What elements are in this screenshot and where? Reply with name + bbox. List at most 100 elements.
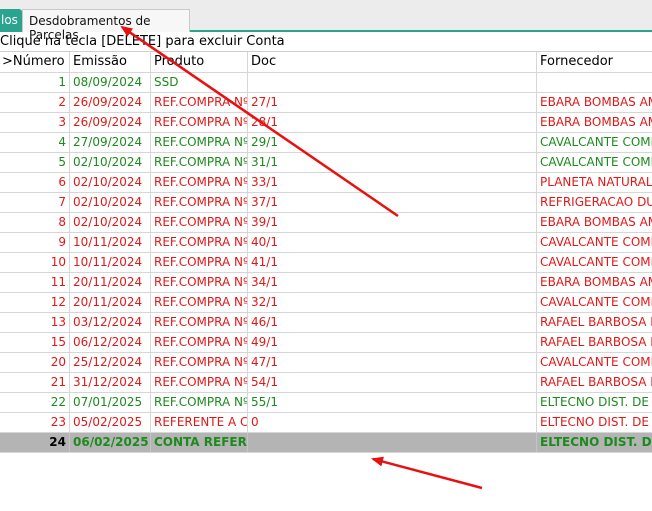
cell-emissao[interactable]: 05/02/2025 [70, 413, 151, 432]
cell-fornecedor[interactable]: CAVALCANTE COME [537, 293, 652, 312]
cell-numero[interactable]: 22 [0, 393, 70, 412]
cell-fornecedor[interactable]: RAFAEL BARBOSA LE [537, 313, 652, 332]
table-row[interactable]: 8 02/10/2024 REF.COMPRA Nº3 39/1 EBARA BOMBA… [0, 213, 652, 233]
column-header-numero[interactable]: >Número [0, 52, 70, 72]
cell-produto[interactable]: REF.COMPRA Nº4 [151, 313, 248, 332]
table-row[interactable]: 20 25/12/2024 REF.COMPRA Nº4 47/1 CAVALCANTE… [0, 353, 652, 373]
table-row[interactable]: 7 02/10/2024 REF.COMPRA Nº3 37/1 REFRIGERACA… [0, 193, 652, 213]
cell-produto[interactable]: REF.COMPRA Nº3 [151, 153, 248, 172]
cell-emissao[interactable]: 03/12/2024 [70, 313, 151, 332]
table-row[interactable]: 5 02/10/2024 REF.COMPRA Nº3 31/1 CAVALCANTE … [0, 153, 652, 173]
cell-fornecedor[interactable]: PLANETA NATURAL E [537, 173, 652, 192]
cell-emissao[interactable]: 06/02/2025 [70, 433, 151, 452]
cell-produto[interactable]: REF.COMPRA Nº2 [151, 93, 248, 112]
cell-emissao[interactable]: 31/12/2024 [70, 373, 151, 392]
table-row[interactable]: 10 10/11/2024 REF.COMPRA Nº4 41/1 CAVALCANTE… [0, 253, 652, 273]
cell-doc[interactable]: 39/1 [248, 213, 537, 232]
column-header-fornecedor[interactable]: Fornecedor [537, 52, 652, 72]
table-row[interactable]: 6 02/10/2024 REF.COMPRA Nº3 33/1 PLANETA NAT… [0, 173, 652, 193]
cell-emissao[interactable]: 02/10/2024 [70, 153, 151, 172]
cell-produto[interactable]: REF.COMPRA Nº2 [151, 133, 248, 152]
cell-fornecedor[interactable]: ELTECNO DIST. DE IN [537, 433, 652, 452]
cell-fornecedor[interactable] [537, 73, 652, 92]
cell-emissao[interactable]: 26/09/2024 [70, 93, 151, 112]
cell-numero[interactable]: 23 [0, 413, 70, 432]
cell-numero[interactable]: 11 [0, 273, 70, 292]
cell-doc[interactable]: 47/1 [248, 353, 537, 372]
cell-numero[interactable]: 9 [0, 233, 70, 252]
cell-produto[interactable]: REF.COMPRA Nº3 [151, 173, 248, 192]
cell-numero[interactable]: 21 [0, 373, 70, 392]
cell-produto[interactable]: REF.COMPRA Nº5 [151, 393, 248, 412]
cell-fornecedor[interactable]: EBARA BOMBAS AME [537, 93, 652, 112]
cell-produto[interactable]: REF.COMPRA Nº4 [151, 333, 248, 352]
cell-emissao[interactable]: 10/11/2024 [70, 233, 151, 252]
cell-doc[interactable]: 54/1 [248, 373, 537, 392]
column-header-produto[interactable]: Produto [151, 52, 248, 72]
cell-emissao[interactable]: 26/09/2024 [70, 113, 151, 132]
cell-emissao[interactable]: 02/10/2024 [70, 213, 151, 232]
table-row-selected[interactable]: 2406/02/2025CONTA REFEREN ELTECNO DIST. D… [0, 433, 652, 453]
cell-numero[interactable]: 20 [0, 353, 70, 372]
cell-doc[interactable] [248, 433, 537, 452]
table-row[interactable]: 4 27/09/2024 REF.COMPRA Nº2 29/1 CAVALCANTE … [0, 133, 652, 153]
cell-fornecedor[interactable]: CAVALCANTE COME [537, 133, 652, 152]
table-row[interactable]: 21 31/12/2024 REF.COMPRA Nº5 54/1 RAFAEL BAR… [0, 373, 652, 393]
cell-doc[interactable]: 29/1 [248, 133, 537, 152]
cell-doc[interactable]: 0 [248, 413, 537, 432]
table-row[interactable]: 13 03/12/2024 REF.COMPRA Nº4 46/1 RAFAEL BAR… [0, 313, 652, 333]
cell-doc[interactable]: 37/1 [248, 193, 537, 212]
cell-produto[interactable]: CONTA REFEREN [151, 433, 248, 452]
parcelas-table[interactable]: >Número Emissão Produto Doc Fornecedor 1… [0, 51, 652, 453]
cell-produto[interactable]: REF.COMPRA Nº4 [151, 353, 248, 372]
cell-fornecedor[interactable]: REFRIGERACAO DUFR [537, 193, 652, 212]
cell-doc[interactable]: 32/1 [248, 293, 537, 312]
cell-doc[interactable]: 31/1 [248, 153, 537, 172]
cell-emissao[interactable]: 06/12/2024 [70, 333, 151, 352]
cell-emissao[interactable]: 02/10/2024 [70, 193, 151, 212]
cell-fornecedor[interactable]: EBARA BOMBAS AME [537, 113, 652, 132]
cell-numero[interactable]: 24 [0, 433, 70, 452]
table-row[interactable]: 15 06/12/2024 REF.COMPRA Nº4 49/1 RAFAEL BAR… [0, 333, 652, 353]
column-header-emissao[interactable]: Emissão [70, 52, 151, 72]
table-row[interactable]: 2 26/09/2024 REF.COMPRA Nº2 27/1 EBARA BOMBA… [0, 93, 652, 113]
cell-produto[interactable]: REF.COMPRA Nº3 [151, 213, 248, 232]
cell-numero[interactable]: 3 [0, 113, 70, 132]
cell-doc[interactable]: 28/1 [248, 113, 537, 132]
table-row[interactable]: 22 07/01/2025 REF.COMPRA Nº5 55/1 ELTECNO DI… [0, 393, 652, 413]
cell-fornecedor[interactable]: CAVALCANTE COME [537, 353, 652, 372]
cell-produto[interactable]: REF.COMPRA Nº3 [151, 293, 248, 312]
table-row[interactable]: 9 10/11/2024 REF.COMPRA Nº4 40/1 CAVALCANTE … [0, 233, 652, 253]
cell-produto[interactable]: REF.COMPRA Nº4 [151, 253, 248, 272]
table-row[interactable]: 12 20/11/2024 REF.COMPRA Nº3 32/1 CAVALCANTE… [0, 293, 652, 313]
cell-doc[interactable]: 33/1 [248, 173, 537, 192]
cell-fornecedor[interactable]: CAVALCANTE COME [537, 153, 652, 172]
cell-produto[interactable]: REFERENTE A CON [151, 413, 248, 432]
cell-fornecedor[interactable]: RAFAEL BARBOSA LE [537, 373, 652, 392]
column-header-doc[interactable]: Doc [248, 52, 537, 72]
cell-fornecedor[interactable]: EBARA BOMBAS AME [537, 273, 652, 292]
cell-doc[interactable]: 34/1 [248, 273, 537, 292]
table-row[interactable]: 3 26/09/2024 REF.COMPRA Nº2 28/1 EBARA BOMBA… [0, 113, 652, 133]
cell-produto[interactable]: REF.COMPRA Nº3 [151, 193, 248, 212]
table-row[interactable]: 11 20/11/2024 REF.COMPRA Nº3 34/1 EBARA BOMB… [0, 273, 652, 293]
cell-emissao[interactable]: 27/09/2024 [70, 133, 151, 152]
cell-produto[interactable]: REF.COMPRA Nº2 [151, 113, 248, 132]
cell-fornecedor[interactable]: RAFAEL BARBOSA LE [537, 333, 652, 352]
cell-fornecedor[interactable]: EBARA BOMBAS AME [537, 213, 652, 232]
cell-numero[interactable]: 2 [0, 93, 70, 112]
cell-fornecedor[interactable]: CAVALCANTE COME [537, 233, 652, 252]
tab-titulos[interactable]: los [0, 9, 22, 32]
cell-doc[interactable]: 40/1 [248, 233, 537, 252]
cell-doc[interactable]: 46/1 [248, 313, 537, 332]
cell-fornecedor[interactable]: ELTECNO DIST. DE IN [537, 413, 652, 432]
cell-emissao[interactable]: 20/11/2024 [70, 273, 151, 292]
cell-emissao[interactable]: 08/09/2024 [70, 73, 151, 92]
cell-emissao[interactable]: 02/10/2024 [70, 173, 151, 192]
cell-doc[interactable]: 41/1 [248, 253, 537, 272]
table-row[interactable]: 2305/02/2025REFERENTE A CON0ELTECNO DIST… [0, 413, 652, 433]
cell-numero[interactable]: 10 [0, 253, 70, 272]
cell-numero[interactable]: 7 [0, 193, 70, 212]
cell-numero[interactable]: 12 [0, 293, 70, 312]
cell-numero[interactable]: 15 [0, 333, 70, 352]
